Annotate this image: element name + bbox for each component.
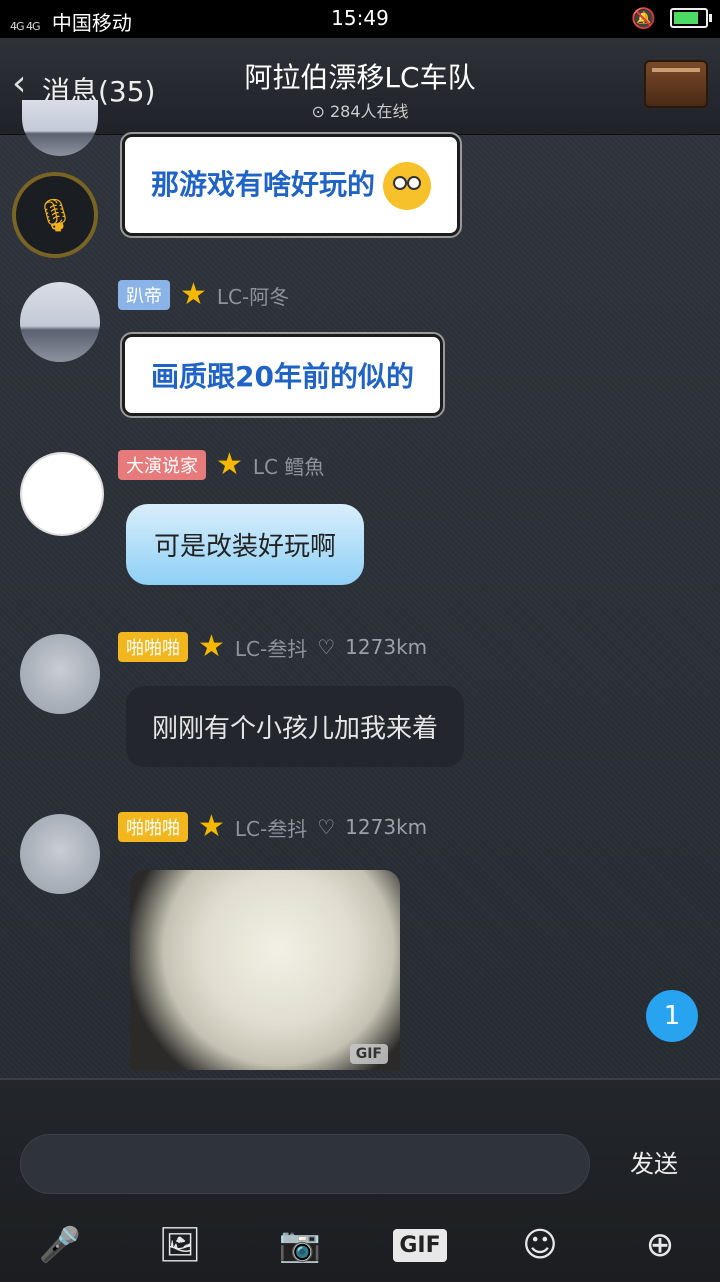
star-level-icon: ★ (216, 447, 243, 482)
plus-icon[interactable]: ⊕ (635, 1220, 685, 1270)
sender-name[interactable]: LC-叁抖 (235, 813, 307, 842)
shocked-face-emoji-icon (383, 162, 432, 210)
online-count: ⊙ 284人在线 (0, 98, 720, 122)
message-bubble[interactable]: 可是改装好玩啊 (126, 504, 365, 585)
gif-icon: GIF (393, 1228, 447, 1262)
gif-badge: GIF (349, 1044, 388, 1064)
sender-line: 啪啪啪 ★ LC-叁抖 ♡ 1273km (118, 632, 427, 662)
chevron-down-circle-icon: ⊙ (311, 102, 325, 121)
star-level-icon: ★ (198, 809, 225, 844)
distance-label: 1273km (345, 635, 428, 659)
composer-toolbar: 🎤 🖼 📷 GIF ☺ ⊕ (0, 1210, 720, 1280)
camera-icon[interactable]: 📷 (275, 1220, 325, 1270)
star-level-icon: ★ (198, 629, 225, 664)
battery-icon (670, 8, 712, 28)
message-input[interactable] (20, 1134, 590, 1194)
distance-label: 1273km (345, 815, 428, 839)
avatar[interactable] (22, 100, 98, 156)
group-info-book-icon[interactable] (644, 60, 708, 108)
title-badge: 啪啪啪 (118, 812, 188, 842)
emoji-icon[interactable]: ☺ (515, 1220, 565, 1270)
sender-name[interactable]: LC-阿冬 (217, 281, 289, 310)
title-badge: 趴帝 (118, 280, 170, 310)
online-count-label: 284人在线 (329, 102, 409, 121)
unread-count-bubble[interactable]: 1 (646, 990, 698, 1042)
status-bar: 4G 4G 中国移动 15:49 🔕 (0, 0, 720, 38)
gif-message[interactable]: GIF (130, 870, 400, 1070)
location-pin-icon: ♡ (317, 635, 336, 659)
location-pin-icon: ♡ (317, 815, 336, 839)
send-button[interactable]: 发送 (630, 1144, 678, 1179)
sender-line: 趴帝 ★ LC-阿冬 (118, 280, 289, 310)
sender-line: 大演说家 ★ LC 鳕魚 (118, 450, 324, 480)
message-bubble[interactable]: 刚刚有个小孩儿加我来着 (126, 686, 465, 767)
avatar[interactable] (20, 634, 100, 714)
avatar[interactable] (20, 282, 100, 362)
picture-icon[interactable]: 🖼 (155, 1220, 205, 1270)
message-text: 刚刚有个小孩儿加我来着 (152, 714, 439, 744)
status-time: 15:49 (331, 6, 389, 30)
avatar[interactable] (20, 452, 104, 536)
title-badge: 大演说家 (118, 450, 206, 480)
microphone-icon[interactable]: 🎤 (35, 1220, 85, 1270)
sender-line: 啪啪啪 ★ LC-叁抖 ♡ 1273km (118, 812, 427, 842)
message-text: 可是改装好玩啊 (154, 532, 337, 562)
avatar[interactable] (20, 814, 100, 894)
bell-off-icon: 🔕 (631, 6, 656, 30)
sender-name[interactable]: LC-叁抖 (235, 633, 307, 662)
group-title[interactable]: 阿拉伯漂移LC车队 (0, 56, 720, 96)
message-text: 画质跟20年前的似的 (151, 360, 414, 393)
status-right: 🔕 (631, 6, 712, 30)
star-level-icon: ★ (180, 277, 207, 312)
title-badge: 啪啪啪 (118, 632, 188, 662)
message-bubble[interactable]: 那游戏有啥好玩的 (122, 134, 461, 236)
chat-header: ‹ 消息(35) 阿拉伯漂移LC车队 ⊙ 284人在线 (0, 38, 720, 135)
voice-room-mic-icon[interactable]: 🎙 (12, 172, 98, 258)
gif-button[interactable]: GIF (393, 1220, 447, 1270)
message-text: 那游戏有啥好玩的 (151, 168, 376, 201)
sender-name[interactable]: LC 鳕魚 (253, 451, 324, 480)
composer-bar: 发送 🎤 🖼 📷 GIF ☺ ⊕ (0, 1078, 720, 1282)
message-bubble[interactable]: 画质跟20年前的似的 (122, 334, 443, 416)
